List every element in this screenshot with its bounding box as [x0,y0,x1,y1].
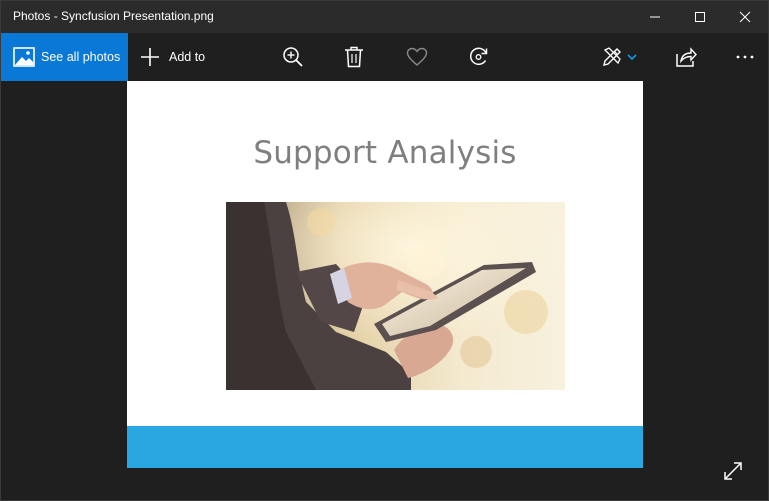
slide-footer-bar [127,426,643,468]
rotate-button[interactable] [459,33,499,81]
image-viewer[interactable]: Support Analysis [1,81,768,500]
see-all-photos-label: See all photos [41,50,121,64]
plus-icon [141,48,159,66]
window-title: Photos - Syncfusion Presentation.png [13,9,214,23]
slide-title: Support Analysis [253,135,517,171]
tablet-photo-image [226,202,565,390]
share-icon [676,47,697,67]
maximize-button[interactable] [677,1,723,33]
edit-create-button[interactable] [591,33,647,81]
fullscreen-icon [724,462,742,480]
delete-button[interactable] [334,33,374,81]
minimize-icon [650,16,660,18]
toolbar: See all photos Add to [1,33,768,81]
close-button[interactable] [722,1,768,33]
photos-icon [13,47,35,67]
trash-icon [345,46,363,68]
title-bar: Photos - Syncfusion Presentation.png [1,1,768,33]
more-button[interactable] [725,33,765,81]
rotate-icon [469,47,488,65]
zoom-in-icon [283,47,303,67]
close-icon [739,11,751,23]
add-to-label: Add to [169,50,206,64]
heart-icon [406,47,428,66]
add-to-button[interactable]: Add to [139,33,205,81]
minimize-button[interactable] [632,1,678,33]
zoom-button[interactable] [273,33,313,81]
favorite-button[interactable] [397,33,437,81]
maximize-icon [695,12,705,22]
displayed-image: Support Analysis [127,81,643,468]
edit-create-icon [603,47,637,66]
more-icon [736,55,754,59]
fullscreen-button[interactable] [713,451,753,491]
share-button[interactable] [666,33,706,81]
photos-app-window: Photos - Syncfusion Presentation.png See… [0,0,769,501]
slide-photo [226,202,565,390]
see-all-photos-button[interactable]: See all photos [1,33,128,81]
